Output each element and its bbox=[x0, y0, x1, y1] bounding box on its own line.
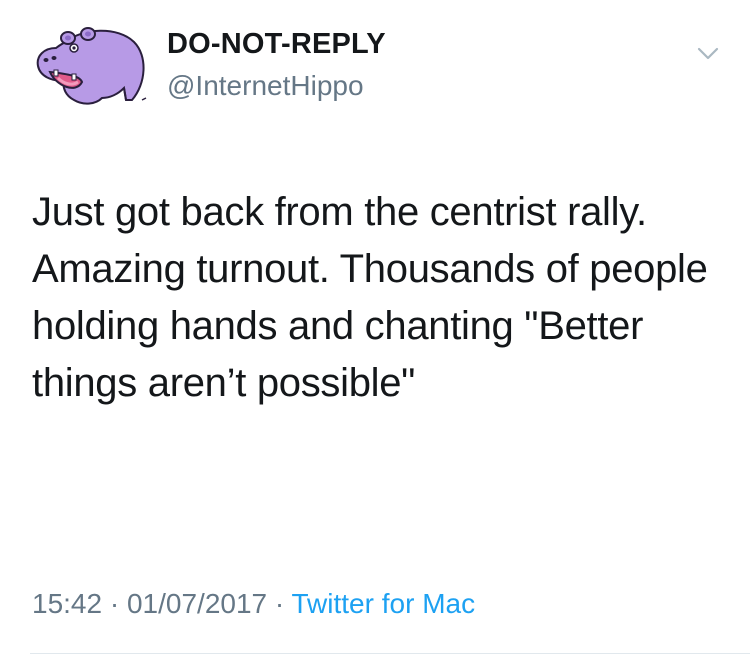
hippo-icon bbox=[36, 27, 147, 105]
meta-separator: · bbox=[274, 588, 285, 619]
tweet: DO-NOT-REPLY @InternetHippo Just got bac… bbox=[0, 0, 750, 669]
divider bbox=[30, 653, 750, 654]
display-name[interactable]: DO-NOT-REPLY bbox=[167, 27, 386, 61]
tweet-time[interactable]: 15:42 bbox=[32, 588, 102, 619]
tweet-source-link[interactable]: Twitter for Mac bbox=[292, 588, 476, 619]
tweet-text: Just got back from the centrist rally. A… bbox=[32, 190, 708, 405]
chevron-down-icon[interactable] bbox=[693, 44, 723, 64]
meta-separator: · bbox=[109, 588, 120, 619]
tweet-date[interactable]: 01/07/2017 bbox=[127, 588, 267, 619]
user-handle[interactable]: @InternetHippo bbox=[167, 69, 386, 103]
avatar[interactable] bbox=[22, 12, 152, 112]
tweet-meta: 15:42 · 01/07/2017 · Twitter for Mac bbox=[32, 587, 475, 621]
author-block[interactable]: DO-NOT-REPLY @InternetHippo bbox=[167, 27, 386, 103]
